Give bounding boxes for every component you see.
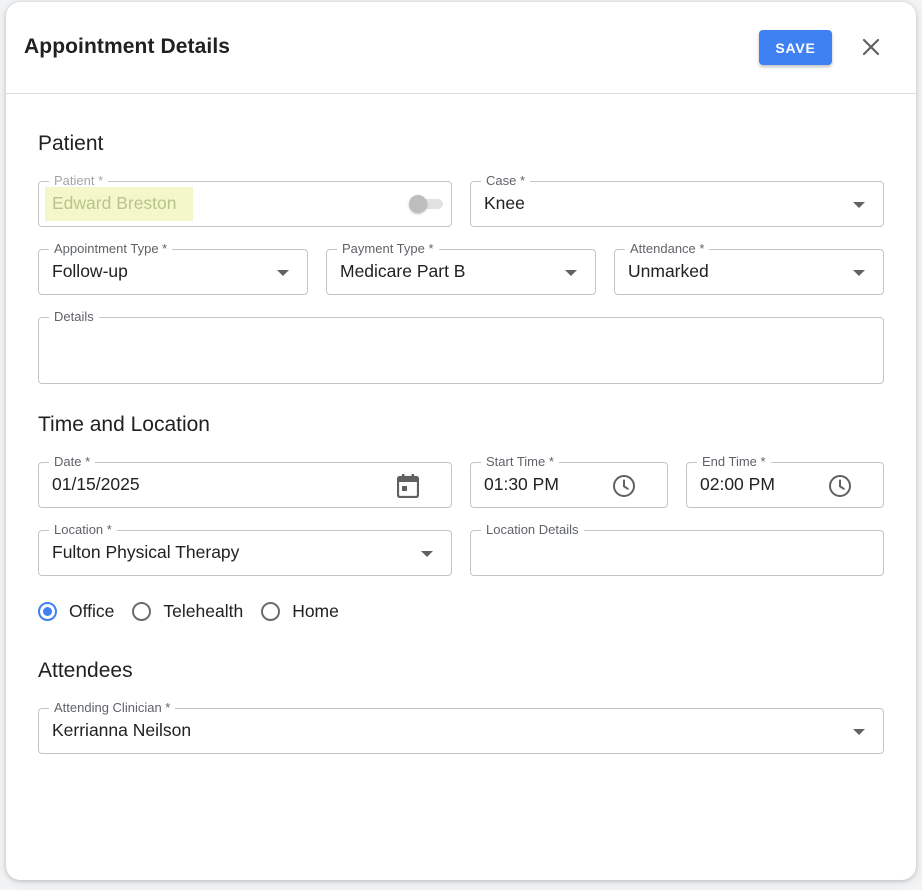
location-select[interactable]: Location * Fulton Physical Therapy <box>38 522 452 576</box>
start-time-input[interactable]: Start Time * 01:30 PM <box>470 454 668 508</box>
chevron-down-icon <box>421 551 433 557</box>
payment-type-label: Payment Type * <box>337 241 439 257</box>
radio-office[interactable]: Office <box>38 601 114 622</box>
date-value: 01/15/2025 <box>52 474 140 494</box>
toggle-thumb <box>409 195 427 213</box>
chevron-down-icon <box>853 729 865 735</box>
attending-clinician-value: Kerrianna Neilson <box>52 720 192 740</box>
details-label: Details <box>49 309 99 325</box>
close-button[interactable] <box>856 32 886 62</box>
date-label: Date * <box>49 454 96 470</box>
attending-clinician-label: Attending Clinician * <box>49 700 176 716</box>
details-textarea[interactable]: Details <box>38 309 884 384</box>
appointment-type-label: Appointment Type * <box>49 241 173 257</box>
chevron-down-icon <box>565 270 577 276</box>
date-input[interactable]: Date * 01/15/2025 <box>38 454 452 508</box>
appointment-type-select[interactable]: Appointment Type * Follow-up <box>38 241 308 295</box>
calendar-button[interactable] <box>395 473 421 499</box>
case-select[interactable]: Case * Knee <box>470 173 884 227</box>
clock-icon <box>613 475 635 497</box>
radio-home-circle[interactable] <box>261 601 281 621</box>
radio-office-label: Office <box>69 600 115 621</box>
attendance-select[interactable]: Attendance * Unmarked <box>614 241 884 295</box>
location-value: Fulton Physical Therapy <box>52 542 240 562</box>
location-details-label: Location Details <box>481 522 584 538</box>
radio-home-label: Home <box>292 600 339 621</box>
attendance-value: Unmarked <box>628 261 709 281</box>
chevron-down-icon <box>277 270 289 276</box>
appointment-type-value: Follow-up <box>52 261 128 281</box>
radio-telehealth[interactable]: Telehealth <box>132 601 243 622</box>
radio-telehealth-circle[interactable] <box>132 601 152 621</box>
case-select-label: Case * <box>481 173 531 189</box>
chevron-down-icon <box>853 270 865 276</box>
patient-field-value: Edward Breston <box>52 193 177 213</box>
section-title-time-location: Time and Location <box>38 413 210 436</box>
end-time-value: 02:00 PM <box>700 474 775 494</box>
clock-icon <box>829 475 851 497</box>
appointment-dialog: Appointment Details SAVE Patient Patient… <box>6 2 916 880</box>
section-title-patient: Patient <box>38 132 104 155</box>
visit-mode-radio-group: Office Telehealth Home <box>38 598 357 624</box>
end-time-label: End Time * <box>697 454 771 470</box>
location-details-input[interactable]: Location Details <box>470 522 884 576</box>
radio-telehealth-label: Telehealth <box>163 600 244 621</box>
chevron-down-icon <box>853 202 865 208</box>
save-button[interactable]: SAVE <box>759 30 832 65</box>
attendance-label: Attendance * <box>625 241 710 257</box>
end-time-input[interactable]: End Time * 02:00 PM <box>686 454 884 508</box>
section-title-attendees: Attendees <box>38 659 133 682</box>
payment-type-select[interactable]: Payment Type * Medicare Part B <box>326 241 596 295</box>
case-select-value: Knee <box>484 193 525 213</box>
start-time-clock-button[interactable] <box>611 473 637 499</box>
radio-home[interactable]: Home <box>261 601 339 622</box>
radio-office-circle[interactable] <box>38 601 57 621</box>
close-icon <box>862 38 880 56</box>
calendar-icon <box>397 474 419 498</box>
start-time-value: 01:30 PM <box>484 474 559 494</box>
patient-field: Patient * Edward Breston <box>38 173 452 227</box>
location-label: Location * <box>49 522 117 538</box>
start-time-label: Start Time * <box>481 454 559 470</box>
end-time-clock-button[interactable] <box>827 473 853 499</box>
dialog-title: Appointment Details <box>24 35 231 58</box>
attending-clinician-select[interactable]: Attending Clinician * Kerrianna Neilson <box>38 700 884 754</box>
patient-toggle[interactable] <box>409 195 443 213</box>
dialog-header: Appointment Details SAVE <box>6 2 916 94</box>
payment-type-value: Medicare Part B <box>340 261 466 281</box>
